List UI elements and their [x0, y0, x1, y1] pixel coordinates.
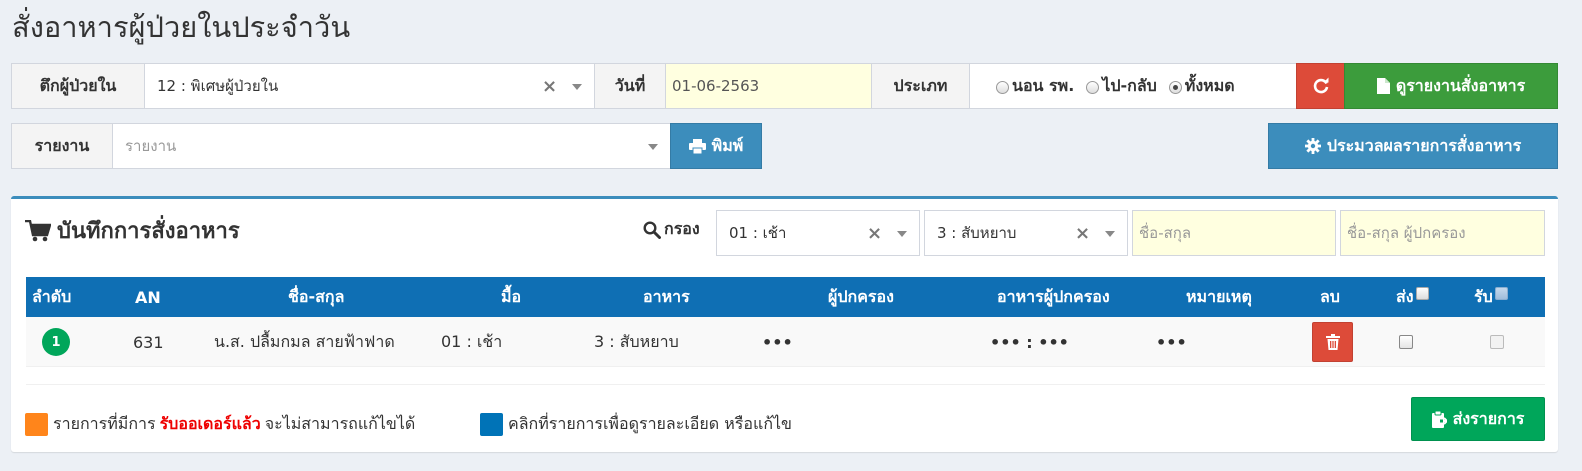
legend-click-text: คลิกที่รายการเพื่อดูรายละเอียด หรือแก้ไข [508, 414, 792, 433]
view-report-button[interactable]: ดูรายงานสั่งอาหาร [1344, 63, 1558, 109]
submit-orders-button[interactable]: ส่งรายการ [1411, 397, 1545, 441]
col-guardian-food: อาหารผู้ปกครอง [997, 286, 1110, 306]
row-receive-cell [1490, 317, 1504, 367]
row-meal: 01 : เช้า [441, 331, 503, 351]
row-food: 3 : สับหยาบ [594, 331, 679, 351]
col-send: ส่ง [1396, 277, 1429, 317]
date-input[interactable]: 01-06-2563 [665, 63, 872, 109]
col-receive-label: รับ [1474, 286, 1493, 306]
refresh-icon [1313, 77, 1328, 94]
ward-select-value: 12 : พิเศษผู้ป่วยใน [157, 77, 279, 95]
panel-title: บันทึกการสั่งอาหาร [25, 213, 240, 248]
report-label: รายงาน [11, 123, 113, 169]
orange-swatch [25, 413, 48, 436]
order-panel: บันทึกการสั่งอาหาร กรอง 01 : เช้า × 3 : … [11, 196, 1558, 452]
clipboard-icon [1431, 410, 1447, 428]
ward-label: ตึกผู้ป่วยใน [11, 63, 145, 109]
radio-admitted-label: นอน รพ. [1012, 75, 1075, 95]
name-filter-input[interactable]: ชื่อ-สกุล [1132, 210, 1336, 256]
col-an: AN [135, 287, 161, 307]
col-name: ชื่อ-สกุล [288, 286, 345, 306]
chevron-down-icon[interactable] [572, 84, 582, 90]
row-guardian: ••• [762, 332, 793, 352]
print-label: พิมพ์ [711, 135, 744, 155]
printer-icon [688, 138, 706, 154]
diet-filter-value: 3 : สับหยาบ [937, 224, 1017, 242]
radio-all[interactable]: ทั้งหมด [1168, 74, 1235, 99]
col-no: ลำดับ [32, 286, 72, 306]
clear-icon[interactable]: × [542, 76, 557, 97]
divider [26, 384, 1545, 385]
legend-locked: รายการที่มีการ รับออเดอร์แล้ว จะไม่สามาร… [25, 412, 415, 437]
trash-icon [1325, 334, 1340, 350]
clear-icon[interactable]: × [1075, 223, 1090, 244]
row-an: 631 [133, 332, 164, 352]
refresh-button[interactable] [1296, 63, 1345, 109]
search-icon [643, 220, 661, 239]
radio-all-input[interactable] [1168, 80, 1182, 94]
row-send-cell [1399, 317, 1413, 367]
meal-filter-select[interactable]: 01 : เช้า × [716, 210, 920, 256]
row-guardian-food: ••• : ••• [990, 332, 1069, 352]
type-label: ประเภท [871, 63, 970, 109]
print-button[interactable]: พิมพ์ [670, 123, 762, 169]
radio-daycase-input[interactable] [1086, 80, 1100, 94]
chevron-down-icon[interactable] [648, 144, 658, 150]
view-report-label: ดูรายงานสั่งอาหาร [1395, 75, 1526, 95]
send-all-checkbox[interactable] [1415, 286, 1429, 300]
radio-daycase[interactable]: ไป-กลับ [1086, 74, 1157, 99]
col-meal: มื้อ [501, 286, 522, 306]
legend-locked-suffix: จะไม่สามารถแก้ไขได้ [264, 414, 416, 433]
submit-orders-label: ส่งรายการ [1452, 408, 1525, 428]
col-delete: ลบ [1320, 286, 1340, 306]
delete-button[interactable] [1312, 322, 1353, 362]
radio-admitted-input[interactable] [996, 80, 1009, 94]
filter-label: กรอง [643, 217, 700, 242]
clear-icon[interactable]: × [867, 223, 882, 244]
col-receive: รับ [1474, 277, 1508, 317]
radio-all-label: ทั้งหมด [1184, 75, 1235, 95]
row-name: น.ส. ปลื้มกมล สายฟ้าฟาด [214, 331, 395, 351]
date-label: วันที่ [594, 63, 666, 109]
type-radio-group: นอน รพ. ไป-กลับ ทั้งหมด [969, 63, 1297, 109]
report-select-placeholder: รายงาน [125, 137, 177, 155]
filter-label-text: กรอง [664, 219, 700, 238]
receive-all-checkbox[interactable] [1494, 286, 1508, 300]
chevron-down-icon[interactable] [1105, 231, 1115, 237]
shopping-cart-icon [25, 219, 51, 241]
radio-admitted[interactable]: นอน รพ. [996, 74, 1074, 99]
col-food: อาหาร [643, 286, 690, 306]
file-icon [1376, 78, 1390, 94]
panel-title-text: บันทึกการสั่งอาหาร [57, 219, 240, 244]
radio-daycase-label: ไป-กลับ [1102, 75, 1157, 95]
row-no: 1 [42, 317, 70, 367]
chevron-down-icon[interactable] [897, 231, 907, 237]
col-send-label: ส่ง [1396, 286, 1414, 306]
blue-swatch [480, 413, 503, 436]
row-delete-cell [1312, 317, 1353, 367]
send-checkbox[interactable] [1399, 335, 1413, 349]
ward-select[interactable]: 12 : พิเศษผู้ป่วยใน × [144, 63, 595, 109]
report-select[interactable]: รายงาน [112, 123, 671, 169]
row-note: ••• [1156, 332, 1187, 352]
table-row[interactable]: 1 631 น.ส. ปลื้มกมล สายฟ้าฟาด 01 : เช้า … [26, 317, 1545, 367]
diet-filter-select[interactable]: 3 : สับหยาบ × [924, 210, 1128, 256]
table-header: ลำดับ AN ชื่อ-สกุล มื้อ อาหาร ผู้ปกครอง … [26, 277, 1545, 317]
gear-icon [1304, 138, 1321, 154]
legend-locked-highlight: รับออเดอร์แล้ว [159, 414, 261, 433]
row-number-badge: 1 [42, 328, 70, 356]
meal-filter-value: 01 : เช้า [729, 224, 787, 242]
guardian-filter-input[interactable]: ชื่อ-สกุล ผู้ปกครอง [1340, 210, 1545, 256]
legend-locked-prefix: รายการที่มีการ [53, 414, 156, 433]
process-orders-label: ประมวลผลรายการสั่งอาหาร [1326, 135, 1522, 155]
col-guardian: ผู้ปกครอง [828, 286, 894, 306]
col-note: หมายเหตุ [1186, 286, 1252, 306]
process-orders-button[interactable]: ประมวลผลรายการสั่งอาหาร [1268, 123, 1558, 169]
page-title: สั่งอาหารผู้ป่วยในประจำวัน [12, 10, 351, 44]
receive-checkbox[interactable] [1490, 335, 1504, 349]
legend-click: คลิกที่รายการเพื่อดูรายละเอียด หรือแก้ไข [480, 412, 792, 437]
